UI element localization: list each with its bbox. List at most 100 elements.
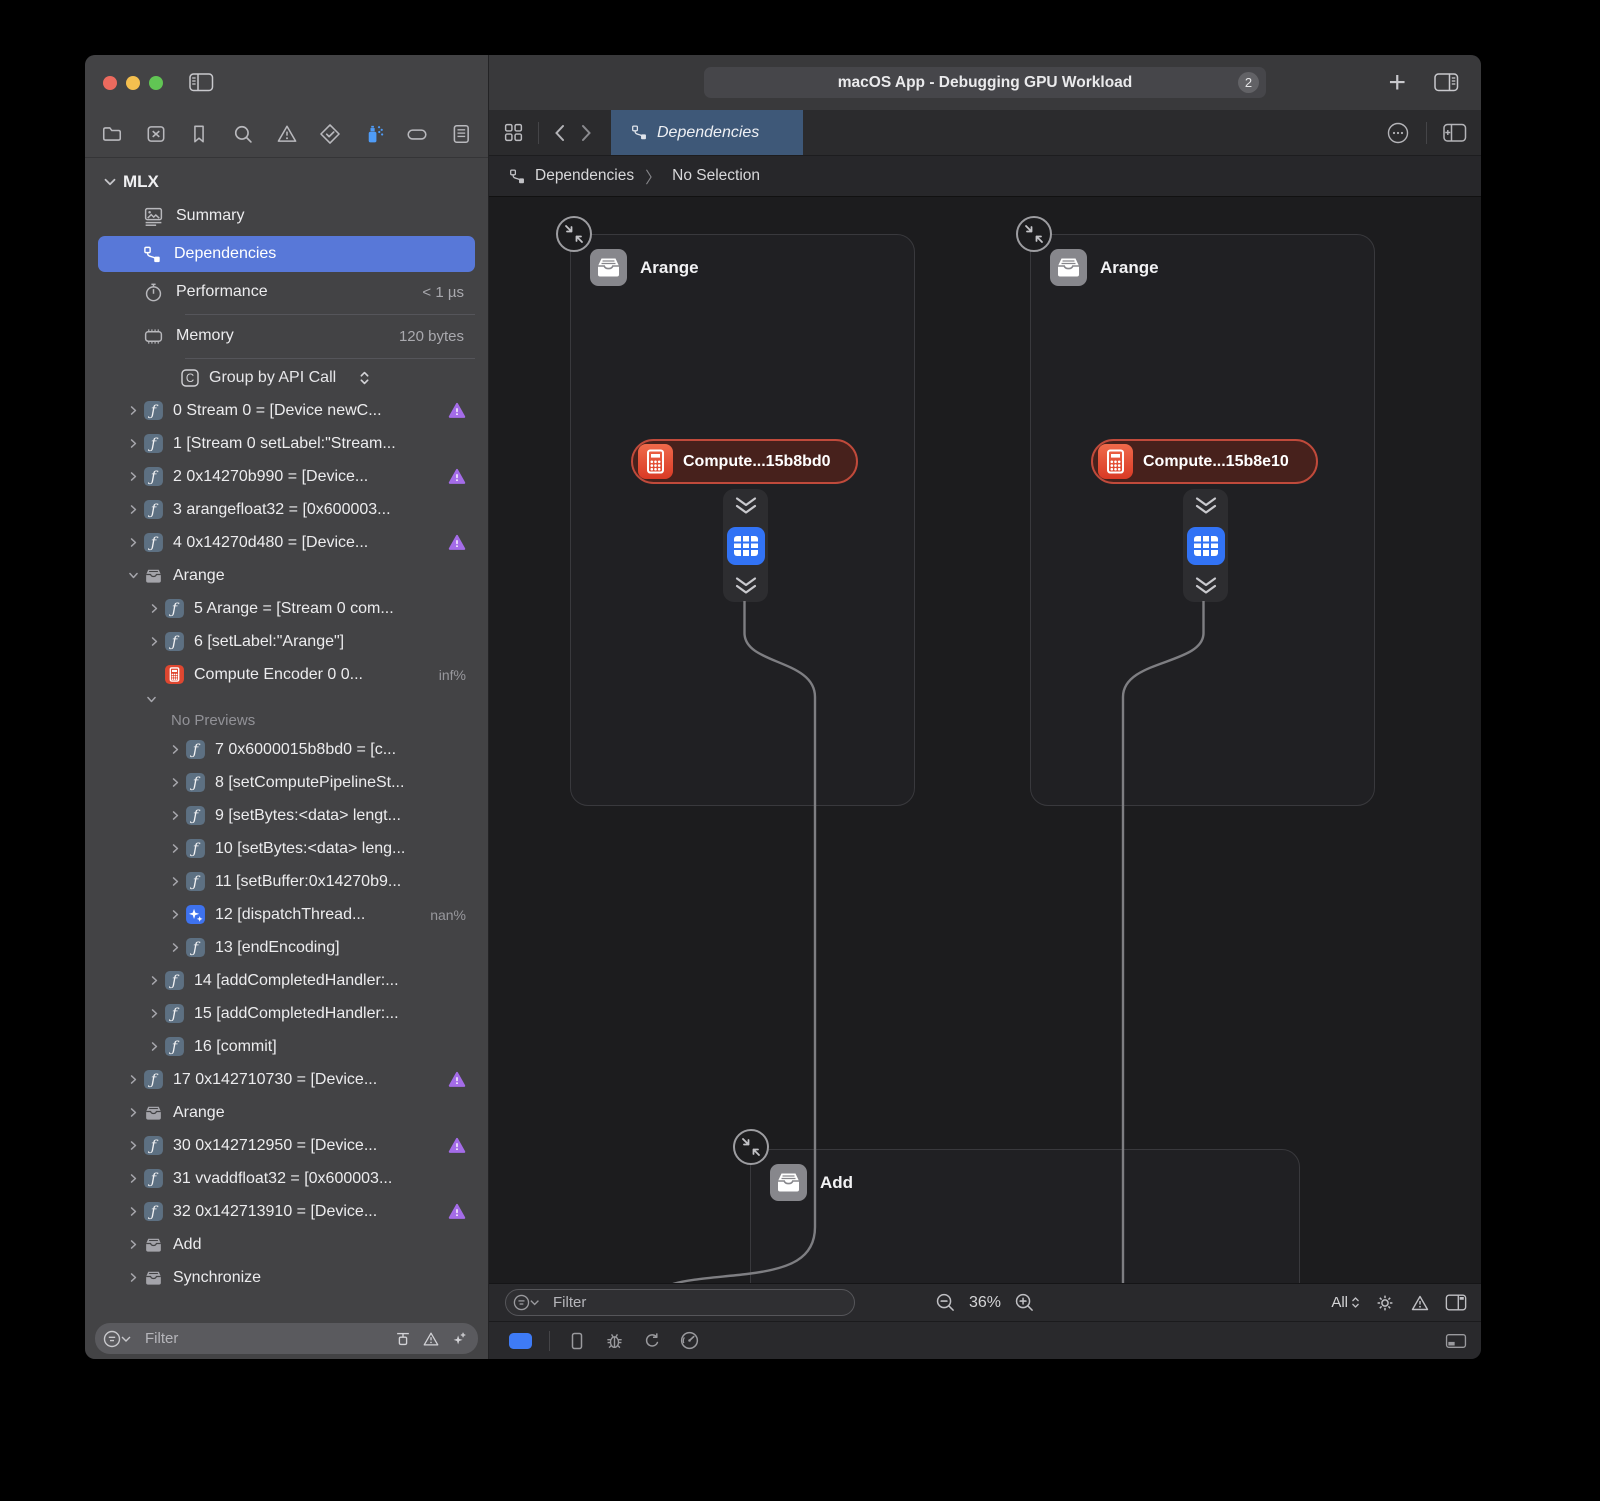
- chevron-right-icon[interactable]: [123, 1172, 143, 1185]
- tree-row[interactable]: ƒ16 [commit]: [85, 1030, 488, 1063]
- sidebar-view-performance[interactable]: Performance< 1 µs: [85, 274, 488, 310]
- chevron-right-icon[interactable]: [123, 404, 143, 417]
- debug-bug-icon[interactable]: [604, 1330, 625, 1351]
- chevron-right-icon[interactable]: [123, 1106, 143, 1119]
- tree-row[interactable]: ƒ6 [setLabel:"Arange"]: [85, 625, 488, 658]
- collapse-group-icon[interactable]: [732, 1128, 770, 1166]
- tree-row[interactable]: ƒ5 Arange = [Stream 0 com...: [85, 592, 488, 625]
- tree-row[interactable]: ƒ31 vvaddfloat32 = [0x600003...: [85, 1162, 488, 1195]
- chevron-right-icon[interactable]: [123, 536, 143, 549]
- chevron-right-icon[interactable]: [123, 1139, 143, 1152]
- tree-row[interactable]: ƒ7 0x6000015b8bd0 = [c...: [85, 733, 488, 766]
- document-title-pill[interactable]: macOS App - Debugging GPU Workload 2: [704, 67, 1266, 98]
- tab-overview-icon[interactable]: [503, 122, 524, 143]
- show-warnings-filter-icon[interactable]: [422, 1330, 440, 1348]
- breakpoint-navigator-icon[interactable]: [402, 121, 432, 147]
- tree-row[interactable]: ƒ14 [addCompletedHandler:...: [85, 964, 488, 997]
- chevron-down-icon[interactable]: [123, 569, 143, 582]
- sidebar-view-summary[interactable]: Summary: [85, 198, 488, 234]
- sidebar-filter-field[interactable]: Filter: [95, 1323, 478, 1354]
- replay-icon[interactable]: [642, 1331, 662, 1351]
- scope-selector[interactable]: All: [1331, 1294, 1360, 1311]
- chevron-right-icon[interactable]: [144, 1007, 164, 1020]
- previews-expander[interactable]: [85, 691, 488, 707]
- sparkle-filter-icon[interactable]: [450, 1330, 468, 1348]
- breadcrumb-section[interactable]: Dependencies: [535, 167, 634, 185]
- tree-row[interactable]: Arange: [85, 1096, 488, 1129]
- toggle-panel-icon[interactable]: [1445, 1293, 1467, 1312]
- tree-row[interactable]: Compute Encoder 0 0...inf%: [85, 658, 488, 691]
- collapse-all-icon[interactable]: [394, 1330, 412, 1348]
- tree-row[interactable]: 12 [dispatchThread...nan%: [85, 898, 488, 931]
- compute-encoder-node[interactable]: Compute...15b8bd0: [631, 439, 858, 484]
- chevron-right-icon[interactable]: [165, 875, 185, 888]
- tree-row[interactable]: ƒ30 0x142712950 = [Device...: [85, 1129, 488, 1162]
- back-icon[interactable]: [553, 123, 566, 143]
- zoom-in-icon[interactable]: [1014, 1292, 1035, 1313]
- issues-warning-icon[interactable]: [1410, 1293, 1430, 1313]
- tree-row[interactable]: Arange: [85, 559, 488, 592]
- tree-row[interactable]: Add: [85, 1228, 488, 1261]
- minimize-button[interactable]: [126, 76, 140, 90]
- group-node-arange-1[interactable]: Arange Compute...15b8bd0: [570, 234, 915, 806]
- chevron-right-icon[interactable]: [165, 941, 185, 954]
- add-tab-button[interactable]: +: [1388, 73, 1406, 93]
- chevron-right-icon[interactable]: [123, 1205, 143, 1218]
- tree-row[interactable]: ƒ1 [Stream 0 setLabel:"Stream...: [85, 427, 488, 460]
- resource-node[interactable]: [1183, 489, 1228, 602]
- tree-row[interactable]: ƒ32 0x142713910 = [Device...: [85, 1195, 488, 1228]
- tree-row[interactable]: ƒ9 [setBytes:<data> lengt...: [85, 799, 488, 832]
- chevron-right-icon[interactable]: [123, 1271, 143, 1284]
- group-by-selector[interactable]: CGroup by API Call: [85, 362, 488, 394]
- tree-root-row[interactable]: MLX: [85, 166, 488, 198]
- zoom-out-icon[interactable]: [935, 1292, 956, 1313]
- tree-row[interactable]: ƒ0 Stream 0 = [Device newC...: [85, 394, 488, 427]
- close-button[interactable]: [103, 76, 117, 90]
- issues-navigator-icon[interactable]: [272, 121, 302, 147]
- group-node-arange-2[interactable]: Arange Compute...15b8e10: [1030, 234, 1375, 806]
- tab-dependencies[interactable]: Dependencies: [611, 110, 803, 155]
- resource-node[interactable]: [723, 489, 768, 602]
- registers-navigator-icon[interactable]: [141, 121, 171, 147]
- zoom-level[interactable]: 36%: [969, 1294, 1001, 1312]
- toggle-inspector-icon[interactable]: [1434, 72, 1459, 93]
- chevron-right-icon[interactable]: [165, 743, 185, 756]
- collapse-group-icon[interactable]: [555, 215, 593, 253]
- debug-navigator-icon[interactable]: [359, 121, 389, 147]
- toggle-sidebar-icon[interactable]: [189, 72, 214, 93]
- display-panel-icon[interactable]: [1445, 1332, 1467, 1350]
- add-editor-icon[interactable]: [1443, 123, 1467, 143]
- tree-row[interactable]: ƒ15 [addCompletedHandler:...: [85, 997, 488, 1030]
- chevron-right-icon[interactable]: [144, 1040, 164, 1053]
- tree-row[interactable]: Synchronize: [85, 1261, 488, 1294]
- chevron-right-icon[interactable]: [144, 635, 164, 648]
- group-node-add[interactable]: Add: [750, 1149, 1300, 1283]
- forward-icon[interactable]: [580, 123, 593, 143]
- performance-gauge-icon[interactable]: [679, 1330, 700, 1351]
- dependency-graph-canvas[interactable]: Arange Compute...15b8bd0: [489, 196, 1481, 1283]
- chevron-right-icon[interactable]: [165, 842, 185, 855]
- collapse-group-icon[interactable]: [1015, 215, 1053, 253]
- bookmark-navigator-icon[interactable]: [184, 121, 214, 147]
- chevron-right-icon[interactable]: [123, 503, 143, 516]
- chevron-right-icon[interactable]: [165, 908, 185, 921]
- search-icon[interactable]: [228, 121, 258, 147]
- tree-row[interactable]: ƒ17 0x142710730 = [Device...: [85, 1063, 488, 1096]
- more-options-icon[interactable]: [1386, 121, 1410, 145]
- chevron-right-icon[interactable]: [123, 437, 143, 450]
- tree-row[interactable]: ƒ10 [setBytes:<data> leng...: [85, 832, 488, 865]
- chevron-right-icon[interactable]: [144, 974, 164, 987]
- project-navigator-icon[interactable]: [97, 121, 127, 147]
- tree-row[interactable]: ƒ4 0x14270d480 = [Device...: [85, 526, 488, 559]
- tests-navigator-icon[interactable]: [315, 121, 345, 147]
- chevron-right-icon[interactable]: [144, 602, 164, 615]
- gpu-capture-chip[interactable]: [509, 1333, 532, 1349]
- sidebar-view-memory[interactable]: Memory120 bytes: [85, 318, 488, 354]
- tree-row[interactable]: ƒ2 0x14270b990 = [Device...: [85, 460, 488, 493]
- compute-encoder-node[interactable]: Compute...15b8e10: [1091, 439, 1318, 484]
- chevron-right-icon[interactable]: [123, 1238, 143, 1251]
- tree-row[interactable]: ƒ11 [setBuffer:0x14270b9...: [85, 865, 488, 898]
- canvas-filter-field[interactable]: Filter: [505, 1289, 855, 1316]
- device-icon[interactable]: [567, 1331, 587, 1351]
- chevron-right-icon[interactable]: [123, 1073, 143, 1086]
